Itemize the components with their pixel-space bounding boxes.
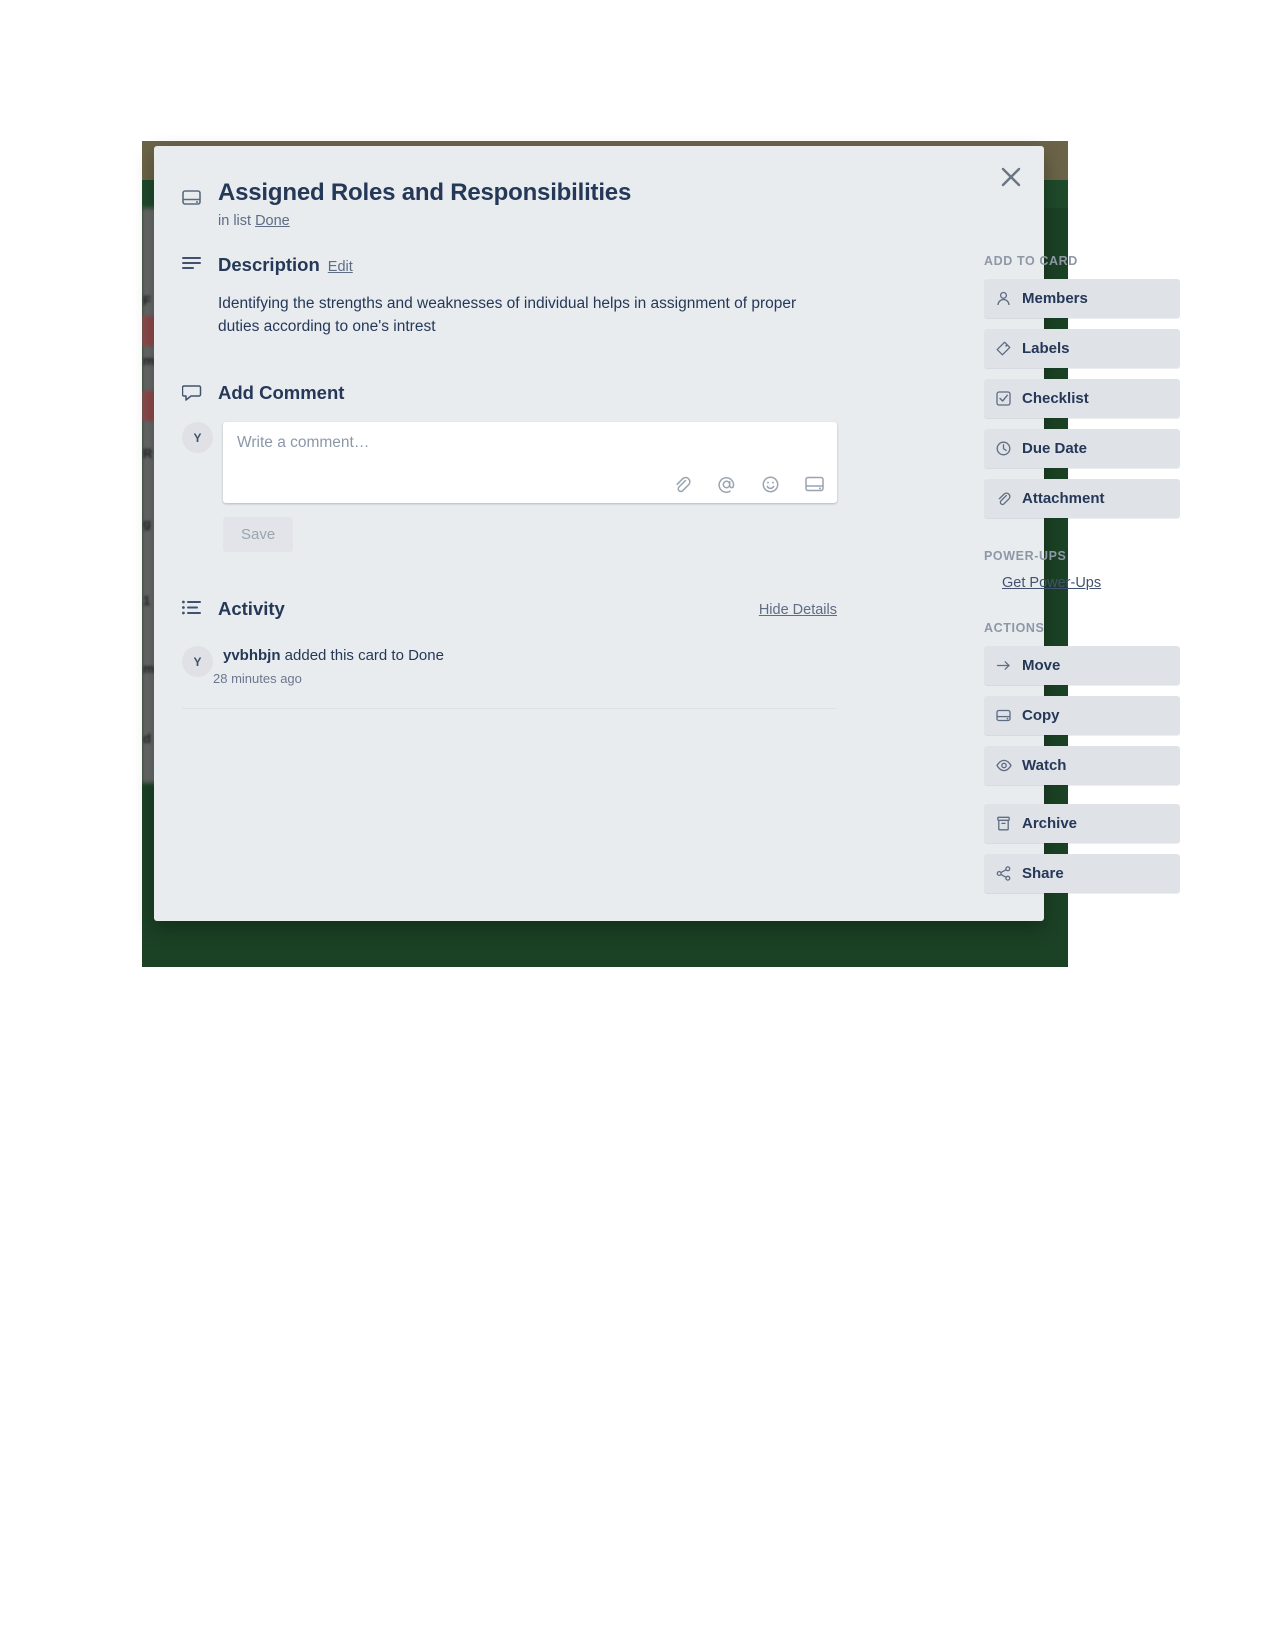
add-comment-heading: Add Comment xyxy=(218,382,345,403)
share-icon xyxy=(996,866,1012,881)
save-comment-button[interactable]: Save xyxy=(223,517,294,552)
add-to-card-heading: ADD TO CARD xyxy=(984,254,1078,268)
avatar: Y xyxy=(182,422,213,453)
close-icon[interactable] xyxy=(994,160,1028,194)
avatar: Y xyxy=(182,646,213,677)
activity-entry-text: yvbhbjn added this card to Done xyxy=(223,646,444,666)
background-card-text: g xyxy=(143,516,151,531)
background-card-text: d xyxy=(143,731,151,746)
sidebar-item-label: Due Date xyxy=(1022,440,1088,457)
comment-input[interactable]: Write a comment… xyxy=(223,422,837,503)
sidebar-item-watch[interactable]: Watch xyxy=(984,746,1180,785)
activity-header: Activity Hide Details xyxy=(182,598,837,624)
sidebar-item-label: Copy xyxy=(1022,707,1060,724)
background-card-text: m xyxy=(143,353,155,368)
activity-entry: yvbhbjn added this card to Done 28 minut… xyxy=(213,646,444,686)
emoji-icon[interactable] xyxy=(759,473,781,495)
description-text: Identifying the strengths and weaknesses… xyxy=(218,295,797,335)
clock-icon xyxy=(996,441,1012,456)
comment-input-row: Y Write a comment… xyxy=(182,422,837,503)
activity-section: Activity Hide Details Y yvbhbjn added th… xyxy=(182,598,837,709)
list-item: Y yvbhbjn added this card to Done 28 min… xyxy=(182,646,837,686)
archive-box-icon xyxy=(996,816,1012,831)
sidebar-item-attachment[interactable]: Attachment xyxy=(984,479,1180,518)
description-edit-link[interactable]: Edit xyxy=(328,259,353,275)
description-lines-icon xyxy=(182,256,204,277)
comment-placeholder: Write a comment… xyxy=(237,434,370,451)
background-card-text: R xyxy=(143,446,153,461)
sidebar-item-checklist[interactable]: Checklist xyxy=(984,379,1180,418)
sidebar-item-move[interactable]: Move xyxy=(984,646,1180,685)
sidebar-item-archive[interactable]: Archive xyxy=(984,804,1180,843)
mention-icon[interactable] xyxy=(715,473,737,495)
sidebar-item-share[interactable]: Share xyxy=(984,854,1180,893)
activity-action: added this card to Done xyxy=(280,647,444,664)
sidebar-item-label: Watch xyxy=(1022,757,1067,774)
in-list-label: in list Done xyxy=(218,213,290,229)
power-ups-heading: POWER-UPS xyxy=(984,549,1067,563)
comment-bubble-icon xyxy=(181,384,204,407)
arrow-right-icon xyxy=(996,658,1012,673)
get-power-ups-link[interactable]: Get Power-Ups xyxy=(1002,575,1101,591)
background-card-text: m xyxy=(143,661,155,676)
actions-heading: ACTIONS xyxy=(984,621,1045,635)
checklist-icon xyxy=(996,391,1012,406)
card-image-icon[interactable] xyxy=(803,473,825,495)
attachment-icon[interactable] xyxy=(671,473,693,495)
page-root: F m R g 1 m d Assigned Roles and Respons… xyxy=(0,0,1275,1651)
card-main-column: Description Edit Identifying the strength… xyxy=(181,254,837,709)
background-card-text: F xyxy=(143,293,151,308)
activity-list-icon xyxy=(182,600,204,621)
sidebar-item-due-date[interactable]: Due Date xyxy=(984,429,1180,468)
description-section: Description Edit xyxy=(182,254,837,280)
page-title: Assigned Roles and Responsibilities xyxy=(218,179,632,206)
divider xyxy=(182,708,837,709)
card-sidebar: ADD TO CARD Members Labels Checklist Due… xyxy=(984,254,1180,904)
label-tag-icon xyxy=(996,341,1012,356)
activity-heading: Activity xyxy=(218,598,285,619)
list-link[interactable]: Done xyxy=(255,213,290,229)
sidebar-item-label: Labels xyxy=(1022,340,1070,357)
sidebar-item-labels[interactable]: Labels xyxy=(984,329,1180,368)
sidebar-item-members[interactable]: Members xyxy=(984,279,1180,318)
sidebar-item-label: Attachment xyxy=(1022,490,1105,507)
activity-author: yvbhbjn xyxy=(223,647,281,664)
sidebar-item-copy[interactable]: Copy xyxy=(984,696,1180,735)
card-detail-modal: Assigned Roles and Responsibilities in l… xyxy=(154,146,1180,921)
sidebar-item-label: Move xyxy=(1022,657,1061,674)
member-icon xyxy=(996,291,1012,306)
sidebar-item-label: Checklist xyxy=(1022,390,1089,407)
in-list-prefix: in list xyxy=(218,213,252,229)
sidebar-item-label: Share xyxy=(1022,865,1064,882)
eye-icon xyxy=(996,759,1012,772)
comment-toolbar xyxy=(671,473,825,495)
hide-details-link[interactable]: Hide Details xyxy=(759,602,837,618)
copy-card-icon xyxy=(996,708,1012,723)
card-icon xyxy=(182,188,201,212)
attachment-icon xyxy=(996,491,1012,506)
description-heading: Description xyxy=(218,254,320,275)
sidebar-item-label: Archive xyxy=(1022,815,1078,832)
add-comment-header: Add Comment xyxy=(181,382,837,408)
activity-timestamp: 28 minutes ago xyxy=(213,671,302,686)
background-card-text: 1 xyxy=(143,593,151,608)
add-comment-section: Add Comment Y Write a comment… Save xyxy=(181,382,837,552)
sidebar-item-label: Members xyxy=(1022,290,1088,307)
